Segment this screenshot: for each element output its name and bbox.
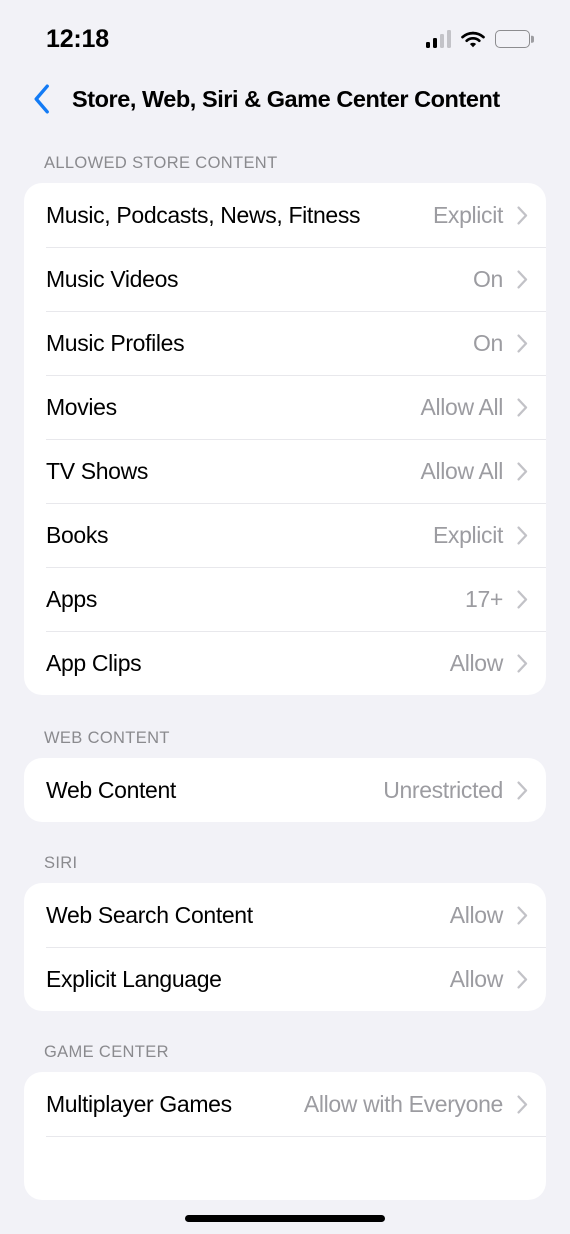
status-bar-time: 12:18 — [46, 24, 109, 53]
row-value: 17+ — [465, 585, 503, 612]
section-header: WEB CONTENT — [44, 729, 170, 747]
chevron-right-icon — [517, 205, 528, 225]
row-value: Unrestricted — [383, 776, 503, 803]
page-title: Store, Web, Siri & Game Center Content — [72, 85, 500, 112]
row-label: Web Search Content — [46, 901, 253, 928]
row-value: On — [473, 329, 503, 356]
row-web-content[interactable]: Web Content Unrestricted — [24, 758, 546, 822]
status-bar-indicators — [425, 30, 530, 49]
section-game-center: GAME CENTER Multiplayer Games Allow with… — [0, 1043, 570, 1200]
settings-card: Multiplayer Games Allow with Everyone — [24, 1072, 546, 1200]
row-label: Books — [46, 521, 109, 548]
row-music-profiles[interactable]: Music Profiles On — [24, 311, 546, 375]
settings-card: Web Search Content Allow Explicit Langua… — [24, 883, 546, 1011]
row-label: Music Profiles — [46, 329, 185, 356]
row-web-search-content[interactable]: Web Search Content Allow — [24, 883, 546, 947]
home-indicator — [185, 1215, 385, 1222]
row-label: Music, Podcasts, News, Fitness — [46, 201, 361, 228]
chevron-right-icon — [517, 525, 528, 545]
row-value: Explicit — [432, 521, 503, 548]
row-movies[interactable]: Movies Allow All — [24, 375, 546, 439]
row-label: App Clips — [46, 649, 142, 676]
section-header: ALLOWED STORE CONTENT — [44, 154, 278, 172]
row-multiplayer-games[interactable]: Multiplayer Games Allow with Everyone — [24, 1072, 546, 1136]
row-value: Allow with Everyone — [303, 1090, 504, 1117]
navigation-bar: Store, Web, Siri & Game Center Content — [0, 70, 570, 128]
chevron-right-icon — [517, 461, 528, 481]
row-label: Multiplayer Games — [46, 1090, 232, 1117]
row-placeholder-next[interactable] — [24, 1136, 546, 1200]
section-allowed-store-content: ALLOWED STORE CONTENT Music, Podcasts, N… — [0, 154, 570, 695]
chevron-right-icon — [517, 589, 528, 609]
wifi-icon — [460, 30, 486, 49]
row-label: TV Shows — [46, 457, 149, 484]
row-music-videos[interactable]: Music Videos On — [24, 247, 546, 311]
settings-card: Music, Podcasts, News, Fitness Explicit … — [24, 183, 546, 695]
chevron-right-icon — [517, 905, 528, 925]
row-value: Allow — [449, 965, 504, 992]
row-label: Web Content — [46, 776, 176, 803]
row-value: Allow All — [420, 393, 504, 420]
row-music-podcasts-news-fitness[interactable]: Music, Podcasts, News, Fitness Explicit — [24, 183, 546, 247]
chevron-right-icon — [517, 269, 528, 289]
row-tv-shows[interactable]: TV Shows Allow All — [24, 439, 546, 503]
row-label: Explicit Language — [46, 965, 222, 992]
chevron-left-icon — [34, 84, 49, 114]
row-label: Apps — [46, 585, 98, 612]
chevron-right-icon — [517, 969, 528, 989]
back-button[interactable] — [20, 77, 62, 121]
row-value: Explicit — [432, 201, 503, 228]
section-siri: SIRI Web Search Content Allow Explicit L… — [0, 854, 570, 1011]
row-explicit-language[interactable]: Explicit Language Allow — [24, 947, 546, 1011]
section-header: SIRI — [44, 854, 78, 872]
row-label: Movies — [46, 393, 117, 420]
chevron-right-icon — [517, 333, 528, 353]
chevron-right-icon — [517, 1094, 528, 1114]
settings-card: Web Content Unrestricted — [24, 758, 546, 822]
row-value: Allow All — [420, 457, 504, 484]
cellular-signal-icon — [425, 30, 451, 48]
chevron-right-icon — [517, 653, 528, 673]
settings-list: ALLOWED STORE CONTENT Music, Podcasts, N… — [0, 128, 570, 1200]
battery-icon — [495, 30, 530, 48]
chevron-right-icon — [517, 780, 528, 800]
row-label: Music Videos — [46, 265, 179, 292]
chevron-right-icon — [517, 397, 528, 417]
row-value: On — [473, 265, 503, 292]
row-value: Allow — [449, 901, 504, 928]
row-books[interactable]: Books Explicit — [24, 503, 546, 567]
section-web-content: WEB CONTENT Web Content Unrestricted — [0, 729, 570, 822]
status-bar: 12:18 — [0, 0, 570, 70]
row-apps[interactable]: Apps 17+ — [24, 567, 546, 631]
section-header: GAME CENTER — [44, 1043, 169, 1061]
row-app-clips[interactable]: App Clips Allow — [24, 631, 546, 695]
row-value: Allow — [449, 649, 504, 676]
